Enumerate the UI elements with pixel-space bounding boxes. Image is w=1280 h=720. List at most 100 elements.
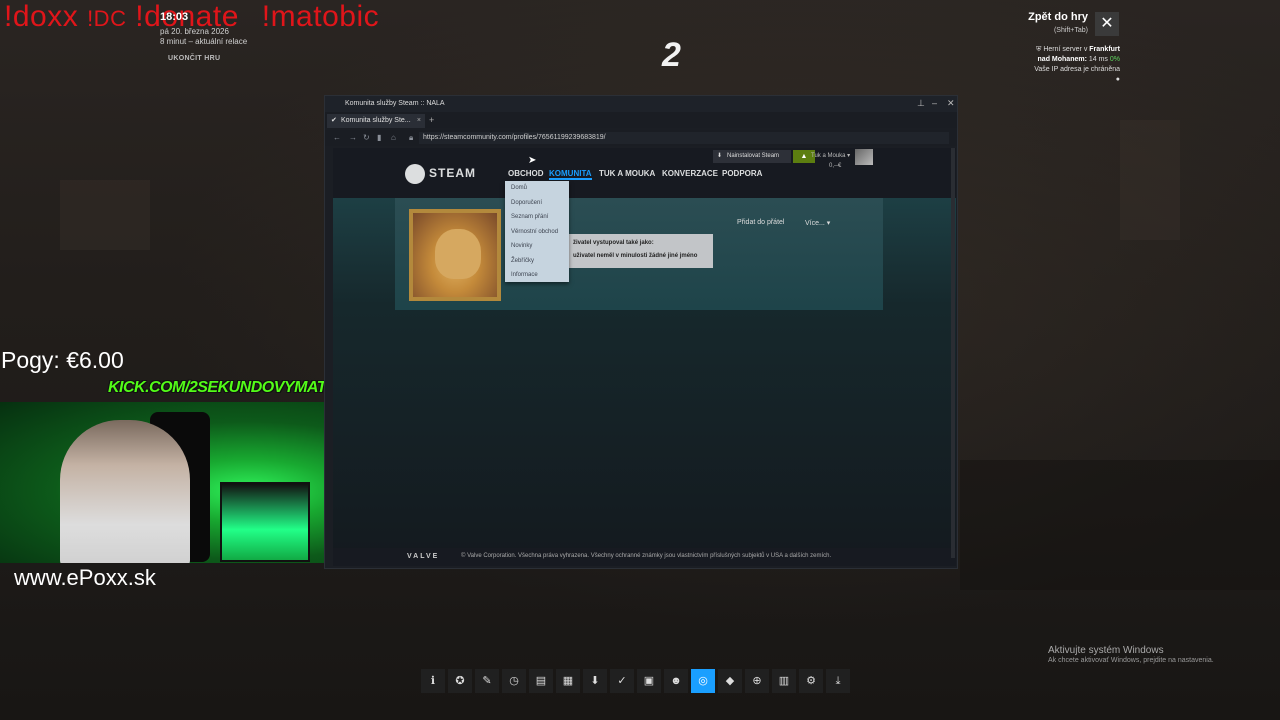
edit-icon[interactable]: ✎ xyxy=(475,669,499,693)
profile-content: Přidat do přátel Více... ▾ živatel vystu… xyxy=(333,198,956,554)
ip-protected-label: Vaše IP adresa je chráněna xyxy=(1034,66,1120,73)
game-overlay-screen: !doxx !DC !donate !matobic 18:03 pá 20. … xyxy=(0,0,1280,720)
clock-icon[interactable]: ◷ xyxy=(502,669,526,693)
tab-label: Komunita služby Ste... xyxy=(341,117,411,124)
close-icon: ✕ xyxy=(1100,15,1114,32)
back-arrow-icon[interactable]: ← xyxy=(333,133,341,142)
dropdown-item-recommended[interactable]: Doporučení xyxy=(511,196,563,211)
nav-community[interactable]: KOMUNITA xyxy=(549,169,592,180)
reload-icon[interactable]: ↻ xyxy=(363,133,370,142)
more-menu-button[interactable]: Více... ▾ xyxy=(805,219,830,227)
back-to-game-link[interactable]: Zpět do hry xyxy=(1028,11,1088,23)
check-icon: ✔ xyxy=(331,117,337,124)
website-label: www.ePoxx.sk xyxy=(14,565,156,590)
recording-icon[interactable]: ▥ xyxy=(772,669,796,693)
tooltip-line2: uživatel neměl v minulosti žádné jiné jm… xyxy=(573,253,698,259)
dropdown-item-charts[interactable]: Žebříčky xyxy=(511,254,563,269)
new-tab-button[interactable]: + xyxy=(429,115,434,125)
windows-activation-subtitle: Ak chcete aktivovať Windows, prejdite na… xyxy=(1048,657,1214,664)
forward-arrow-icon[interactable]: → xyxy=(349,133,357,142)
steam-footer: VALVE © Valve Corporation. Všechna práva… xyxy=(333,548,956,566)
browser-icon[interactable]: ◎ xyxy=(691,669,715,693)
tab-steam-community[interactable]: ✔ Komunita služby Ste... × xyxy=(327,114,425,128)
valve-logo[interactable]: VALVE xyxy=(407,553,439,560)
clock: 18:03 xyxy=(160,11,189,23)
close-window-icon[interactable]: ✕ xyxy=(947,98,955,109)
friends-icon[interactable]: ☻ xyxy=(664,669,688,693)
server-ping: 14 ms xyxy=(1086,56,1110,63)
user-avatar[interactable] xyxy=(855,149,873,165)
minimize-window-icon[interactable]: – xyxy=(932,98,937,108)
kick-channel-label: KICK.COM/2SEKUNDOVYMATO xyxy=(108,379,338,396)
server-line1-prefix: Herní server v xyxy=(1043,46,1090,53)
profile-avatar[interactable] xyxy=(409,209,501,301)
chat-icon[interactable]: ▦ xyxy=(556,669,580,693)
nav-user[interactable]: TUK A MOUKA xyxy=(599,169,655,178)
back-to-game-hint: (Shift+Tab) xyxy=(1053,27,1089,34)
window-titlebar[interactable]: Komunita služby Steam :: NALA ⊥ – ✕ xyxy=(325,96,957,112)
achievements-icon[interactable]: ✪ xyxy=(448,669,472,693)
store-dropdown-menu: Domů Doporučení Seznam přání Věrnostní o… xyxy=(505,181,569,282)
date-label: pá 20. března 2026 xyxy=(160,27,229,36)
pogy-donation: Pogy: €6.00 xyxy=(1,347,124,373)
navigation-bar: ← → ↻ ▮ ⌂ 🔒︎ https://steamcommunity.com/… xyxy=(325,130,957,146)
nav-chat[interactable]: KONVERZACE xyxy=(662,169,718,178)
doxx-command: !doxx xyxy=(4,0,79,33)
lion-cub-image xyxy=(435,229,481,279)
close-overlay-button[interactable]: ✕ xyxy=(1095,12,1119,36)
notes-icon[interactable]: ▤ xyxy=(529,669,553,693)
steam-logo-icon xyxy=(405,164,425,184)
tab-close-icon[interactable]: × xyxy=(417,114,421,128)
download-icon[interactable]: ⬇ xyxy=(583,669,607,693)
steam-logo-text: STEAM xyxy=(429,166,476,181)
server-city-2: nad Mohanem: xyxy=(1037,56,1087,63)
dropdown-item-about[interactable]: Informace xyxy=(511,268,563,283)
dropdown-item-news[interactable]: Novinky xyxy=(511,239,563,254)
overlay-toolbar: ℹ ✪ ✎ ◷ ▤ ▦ ⬇ ✓ ▣ ☻ ◎ ◆ ⊕ ▥ ⚙ ⤓ xyxy=(421,669,850,693)
matobic-command: !matobic xyxy=(261,0,380,33)
pc-case xyxy=(220,482,310,562)
dropdown-item-points-shop[interactable]: Věrnostní obchod xyxy=(511,225,563,240)
globe-icon[interactable]: ⊕ xyxy=(745,669,769,693)
background-window xyxy=(1120,120,1180,240)
url-bar[interactable]: https://steamcommunity.com/profiles/7656… xyxy=(419,132,949,144)
controller-icon[interactable]: ◆ xyxy=(718,669,742,693)
screenshot-icon[interactable]: ▣ xyxy=(637,669,661,693)
background-floor xyxy=(960,460,1280,590)
lock-icon: 🔒︎ xyxy=(409,133,414,142)
end-game-button[interactable]: UKONČIT HRU xyxy=(168,55,220,62)
info-small-icon: ● xyxy=(1115,76,1120,83)
server-city: Frankfurt xyxy=(1089,46,1120,53)
minimize-icon[interactable]: ⤓ xyxy=(826,669,850,693)
server-info: ⛨ Herní server v Frankfurt nad Mohanem: … xyxy=(1010,45,1120,85)
wrench-icon[interactable]: ✓ xyxy=(610,669,634,693)
streamer xyxy=(60,420,190,563)
dropdown-item-wishlist[interactable]: Seznam přání xyxy=(511,210,563,225)
settings-icon[interactable]: ⚙ xyxy=(799,669,823,693)
tooltip-line1: živatel vystupoval také jako: xyxy=(573,240,654,246)
steam-header: STEAM OBCHOD KOMUNITA TUK A MOUKA KONVER… xyxy=(333,148,956,198)
steam-logo[interactable]: STEAM xyxy=(405,164,476,184)
copyright-text: © Valve Corporation. Všechna práva vyhra… xyxy=(461,553,832,559)
nav-support[interactable]: PODPORA xyxy=(722,169,762,178)
session-label: 8 minut – aktuální relace xyxy=(160,37,248,46)
steam-browser-window: Komunita služby Steam :: NALA ⊥ – ✕ ✔ Ko… xyxy=(324,95,958,569)
install-steam-button[interactable]: ⬇ Nainstalovat Steam xyxy=(713,150,791,163)
shield-icon: ⛨ xyxy=(1036,46,1042,53)
window-title: Komunita služby Steam :: NALA xyxy=(345,100,445,107)
account-menu[interactable]: Tuk a Mouka ▾ xyxy=(811,152,850,159)
windows-activation-title: Aktivujte systém Windows xyxy=(1048,645,1164,656)
info-icon[interactable]: ℹ xyxy=(421,669,445,693)
dropdown-item-home[interactable]: Domů xyxy=(511,181,563,196)
bookmark-icon[interactable]: ▮ xyxy=(377,133,381,142)
add-friend-button[interactable]: Přidat do přátel xyxy=(737,219,784,226)
page-scrollbar[interactable] xyxy=(951,148,955,558)
download-small-icon: ⬇ xyxy=(717,153,723,159)
dc-command: !DC xyxy=(87,6,127,31)
server-loss: 0% xyxy=(1109,56,1120,63)
home-icon[interactable]: ⌂ xyxy=(391,133,396,142)
wallet-balance: 0,--€ xyxy=(829,163,842,169)
pin-icon[interactable]: ⊥ xyxy=(917,98,925,109)
nav-store[interactable]: OBCHOD xyxy=(508,169,544,178)
cs2-logo: 2 xyxy=(662,36,681,74)
